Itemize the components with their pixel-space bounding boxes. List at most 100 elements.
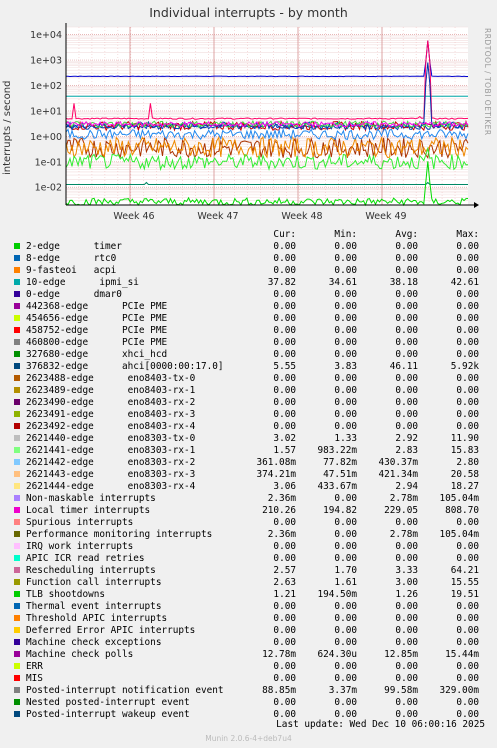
legend-series-name: MIS — [26, 673, 43, 684]
legend-series-name: APIC ICR read retries — [26, 553, 145, 564]
legend-row: 10-edge ipmi_si 37.82 34.61 38.18 42.61 — [14, 277, 494, 289]
legend-max-value: 0.00 — [456, 613, 479, 624]
legend-swatch — [14, 591, 20, 597]
legend-max-value: 0.00 — [456, 337, 479, 348]
legend-row: Thermal event interrupts 0.00 0.00 0.00 0.00 — [14, 601, 494, 613]
legend-row: 2623490-edge eno8403-rx-2 0.00 0.00 0.00 0.0… — [14, 397, 494, 409]
legend-min-value: 1.33 — [334, 433, 357, 444]
legend-min-value: 0.00 — [334, 625, 357, 636]
legend-swatch — [14, 699, 20, 705]
legend-swatch — [14, 423, 20, 429]
legend-series-name: 9-fasteoi acpi — [26, 265, 117, 276]
legend-max-value: 0.00 — [456, 385, 479, 396]
x-axis-arrow — [474, 202, 479, 208]
y-tick-label: 1e-01 — [35, 157, 62, 168]
legend-row: 2623488-edge eno8403-tx-0 0.00 0.00 0.00 0.0… — [14, 373, 494, 385]
legend-avg-value: 0.00 — [395, 301, 418, 312]
legend-avg-value: 99.58m — [384, 685, 418, 696]
legend-cur-value: 0.00 — [273, 553, 296, 564]
legend-cur-value: 0.00 — [273, 253, 296, 264]
legend-min-value: 1.70 — [334, 565, 357, 576]
legend-swatch — [14, 291, 20, 297]
legend-max-value: 0.00 — [456, 349, 479, 360]
legend-avg-value: 229.05 — [384, 505, 418, 516]
legend-row: 376832-edge ahci[0000:00:17.0] 5.55 3.83 46… — [14, 361, 494, 373]
legend-cur-value: 0.00 — [273, 517, 296, 528]
legend-min-value: 0.00 — [334, 697, 357, 708]
legend-series-name: 2623489-edge eno8403-rx-1 — [26, 385, 196, 396]
legend-row: 2621442-edge eno8303-rx-2 361.08m 77.82m 43… — [14, 457, 494, 469]
legend-avg-value: 430.37m — [378, 457, 418, 468]
legend-avg-value: 0.00 — [395, 601, 418, 612]
legend-avg-value: 3.00 — [395, 577, 418, 588]
legend-swatch — [14, 675, 20, 681]
legend-min-value: 0.00 — [334, 529, 357, 540]
legend-series-name: Nested posted-interrupt event — [26, 697, 190, 708]
legend-max-value: 19.51 — [450, 589, 479, 600]
legend-max-value: 5.92k — [450, 361, 479, 372]
legend-min-value: 0.00 — [334, 385, 357, 396]
legend-max-value: 0.00 — [456, 601, 479, 612]
legend-swatch — [14, 399, 20, 405]
legend-min-value: 0.00 — [334, 517, 357, 528]
legend-series-name: ERR — [26, 661, 43, 672]
legend-avg-value: 421.34m — [378, 469, 418, 480]
legend-min-value: 0.00 — [334, 493, 357, 504]
legend-avg-value: 3.33 — [395, 565, 418, 576]
legend-avg-value: 0.00 — [395, 337, 418, 348]
legend-min-value: 0.00 — [334, 421, 357, 432]
legend-avg-value: 0.00 — [395, 625, 418, 636]
legend-series-name: 458752-edge PCIe PME — [26, 325, 168, 336]
legend-swatch — [14, 663, 20, 669]
legend-swatch — [14, 483, 20, 489]
legend-avg-value: 2.78m — [389, 529, 418, 540]
munin-version: Munin 2.0.6-4+deb7u4 — [205, 734, 292, 743]
legend-min-value: 0.00 — [334, 613, 357, 624]
legend-series-name: 327680-edge xhci_hcd — [26, 349, 168, 360]
legend-row: 442368-edge PCIe PME 0.00 0.00 0.00 0.00 — [14, 301, 494, 313]
legend-min-value: 0.00 — [334, 673, 357, 684]
legend-series-name: 2623491-edge eno8403-rx-3 — [26, 409, 196, 420]
header-avg: Avg: — [395, 229, 418, 240]
legend-min-value: 0.00 — [334, 373, 357, 384]
legend-series-name: 376832-edge ahci[0000:00:17.0] — [26, 361, 224, 372]
legend-cur-value: 0.00 — [273, 637, 296, 648]
legend-cur-value: 0.00 — [273, 265, 296, 276]
legend-swatch — [14, 543, 20, 549]
plot-background — [66, 27, 468, 205]
legend-series-name: 2623488-edge eno8403-tx-0 — [26, 373, 196, 384]
legend-max-value: 0.00 — [456, 625, 479, 636]
legend-swatch — [14, 255, 20, 261]
legend-row: 2621440-edge eno8303-tx-0 3.02 1.33 2.92 11.… — [14, 433, 494, 445]
legend-row: ERR 0.00 0.00 0.00 0.00 — [14, 661, 494, 673]
legend-max-value: 0.00 — [456, 541, 479, 552]
legend-cur-value: 0.00 — [273, 601, 296, 612]
legend-cur-value: 0.00 — [273, 661, 296, 672]
legend-series-name: 2621441-edge eno8303-rx-1 — [26, 445, 196, 456]
legend-swatch — [14, 339, 20, 345]
legend-max-value: 0.00 — [456, 553, 479, 564]
legend-series-name: 2623490-edge eno8403-rx-2 — [26, 397, 196, 408]
y-tick-label: 1e+01 — [30, 106, 62, 117]
chart-plot: 1e+04 1e+03 1e+02 1e+01 1e+00 1e-01 1e-02 Week … — [30, 23, 479, 222]
legend-avg-value: 0.00 — [395, 373, 418, 384]
legend-avg-value: 0.00 — [395, 325, 418, 336]
x-tick-label: Week 47 — [197, 211, 238, 222]
y-tick-label: 1e+00 — [30, 132, 62, 143]
legend-max-value: 0.00 — [456, 517, 479, 528]
legend-max-value: 64.21 — [450, 565, 479, 576]
legend-cur-value: 3.06 — [273, 481, 296, 492]
legend-avg-value: 0.00 — [395, 661, 418, 672]
legend-swatch — [14, 711, 20, 717]
x-tick-label: Week 46 — [113, 211, 154, 222]
legend-swatch — [14, 303, 20, 309]
legend-min-value: 0.00 — [334, 601, 357, 612]
legend-max-value: 0.00 — [456, 325, 479, 336]
legend-min-value: 0.00 — [334, 397, 357, 408]
legend-cur-value: 88.85m — [262, 685, 296, 696]
legend-avg-value: 2.94 — [395, 481, 418, 492]
legend-min-value: 0.00 — [334, 265, 357, 276]
legend-row: 2623489-edge eno8403-rx-1 0.00 0.00 0.00 0.0… — [14, 385, 494, 397]
legend-cur-value: 5.55 — [273, 361, 296, 372]
legend-swatch — [14, 495, 20, 501]
